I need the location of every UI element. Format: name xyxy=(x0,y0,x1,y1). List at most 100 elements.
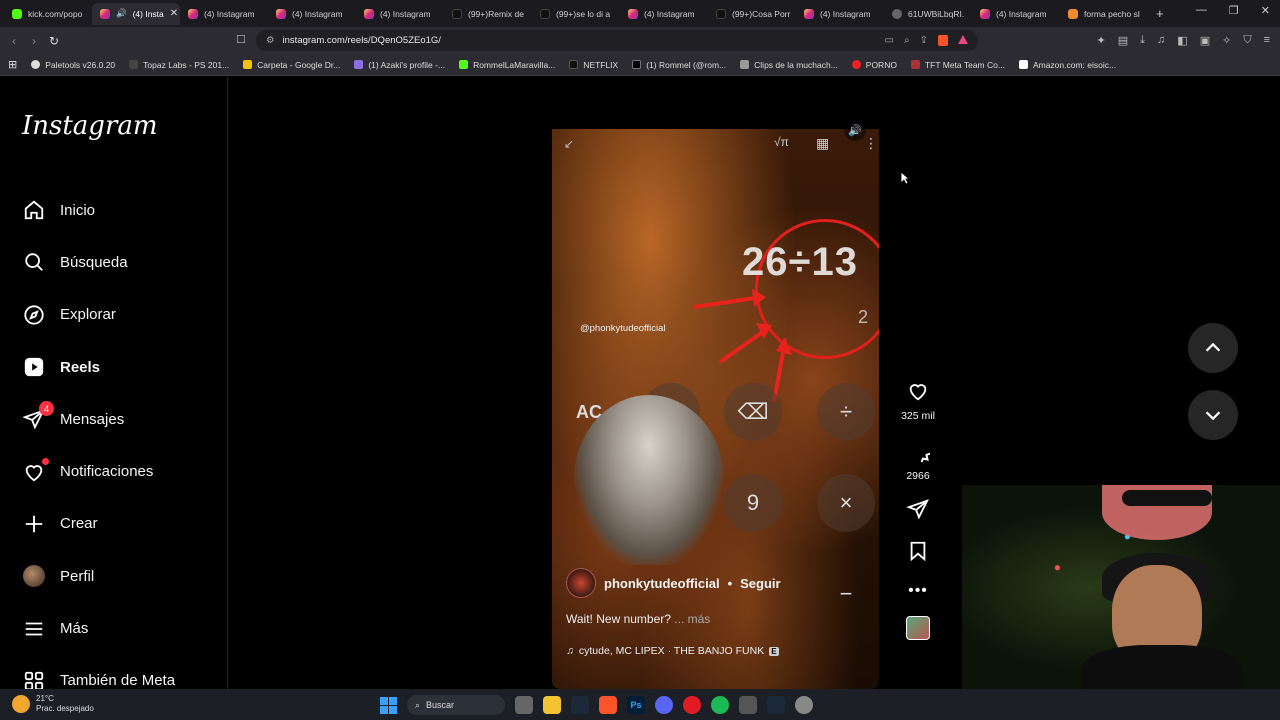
steam-icon[interactable] xyxy=(767,696,785,714)
speaker-icon[interactable]: 🔊 xyxy=(116,8,127,19)
bookmark-item[interactable]: Carpeta - Google Dr... xyxy=(243,60,340,70)
bookmark-item[interactable]: PORNO xyxy=(851,60,897,70)
search-icon xyxy=(22,250,46,274)
photoshop-icon[interactable]: Ps xyxy=(627,696,645,714)
site-info-icon[interactable]: ⚙ xyxy=(266,35,275,46)
leo-icon[interactable]: ✧ xyxy=(1222,34,1231,47)
nav-item-notificaciones[interactable]: Notificaciones xyxy=(22,445,175,497)
discord-icon[interactable] xyxy=(655,696,673,714)
instagram-logo[interactable]: Instagram xyxy=(22,111,158,141)
url-field[interactable]: ⚙ instagram.com/reels/DQenO5ZEo1G/ ▭ ⌕ ⇪ xyxy=(256,30,978,51)
bookmark-item[interactable]: TFT Meta Team Co... xyxy=(910,60,1005,70)
more-dots-icon[interactable]: ••• xyxy=(908,582,928,600)
reel-video[interactable]: ↙ √π ▦ ⋮ 26÷13 2 @phonkytudeofficial AC … xyxy=(552,107,879,689)
spotify-icon[interactable] xyxy=(711,696,729,714)
zoom-icon[interactable]: ⌕ xyxy=(904,35,910,46)
weather-sun-icon xyxy=(12,695,30,713)
tab[interactable]: (4) Instagram xyxy=(180,3,268,25)
tab[interactable]: forma pecho sl xyxy=(1060,3,1148,25)
share-icon[interactable]: ⇪ xyxy=(920,35,928,46)
steam-icon[interactable] xyxy=(571,696,589,714)
author-avatar[interactable] xyxy=(566,568,596,598)
tab[interactable]: (4) Instagram xyxy=(268,3,356,25)
sound-toggle-icon[interactable]: 🔊 xyxy=(844,119,866,141)
audio-thumbnail[interactable] xyxy=(906,616,930,640)
caption-more-link[interactable]: ... más xyxy=(674,612,710,626)
apps-grid-icon[interactable]: ⊞ xyxy=(8,58,17,71)
instagram-icon xyxy=(628,8,638,19)
sidebar-icon[interactable]: ◧ xyxy=(1177,34,1187,47)
weather-widget[interactable]: 21°C Prac. despejado xyxy=(12,694,94,714)
bookmark-item[interactable]: Topaz Labs - PS 201... xyxy=(129,60,229,70)
nav-item-inicio[interactable]: Inicio xyxy=(22,184,175,236)
music-icon[interactable]: ♫ xyxy=(1157,34,1165,47)
file-explorer-icon[interactable] xyxy=(543,696,561,714)
brave-shield-icon[interactable] xyxy=(938,35,948,46)
nav-item-mensajes[interactable]: 4 Mensajes xyxy=(22,393,175,445)
forward-icon[interactable]: › xyxy=(24,34,44,48)
nav-item-perfil[interactable]: Perfil xyxy=(22,550,175,602)
nav-item-busqueda[interactable]: Búsqueda xyxy=(22,236,175,288)
tab[interactable]: 61UWBiLbqRI. xyxy=(884,3,972,25)
next-reel-button[interactable] xyxy=(1188,390,1238,440)
windows-start-icon[interactable] xyxy=(380,696,397,714)
restore-icon[interactable]: ❐ xyxy=(1229,4,1239,17)
bookmark-icon[interactable] xyxy=(907,539,929,566)
nav-item-mas[interactable]: Más xyxy=(22,602,175,654)
new-tab-icon[interactable]: + xyxy=(1156,6,1164,21)
previous-reel-button[interactable] xyxy=(1188,323,1238,373)
bookmark-item[interactable]: Amazon.com: eisoic... xyxy=(1018,60,1116,70)
streamer-body xyxy=(1082,645,1242,692)
minimize-icon[interactable]: — xyxy=(1196,4,1207,17)
nav-item-reels[interactable]: Reels xyxy=(22,341,175,393)
comment-icon[interactable] xyxy=(906,438,942,474)
notification-badge: 4 xyxy=(39,401,54,417)
tab[interactable]: (4) Instagram xyxy=(356,3,444,25)
bookmark-item[interactable]: Clips de la muchach... xyxy=(740,60,838,70)
tab-search-icon[interactable]: ▤ xyxy=(1118,34,1128,47)
send-icon[interactable] xyxy=(906,498,930,523)
app-icon[interactable] xyxy=(739,696,757,714)
tab[interactable]: (4) Instagram xyxy=(796,3,884,25)
chevron-up-icon xyxy=(1205,342,1221,352)
tab[interactable]: (4) Instagram xyxy=(620,3,708,25)
download-icon[interactable]: ⤓ xyxy=(1140,34,1145,47)
close-icon[interactable]: ✕ xyxy=(170,8,178,19)
taskbar-search[interactable]: ⌕ Buscar xyxy=(407,695,505,715)
tab-active[interactable]: 🔊 (4) Insta ✕ xyxy=(92,2,180,25)
cast-icon[interactable]: ▭ xyxy=(885,35,894,46)
extensions-icon[interactable]: ✦ xyxy=(1097,34,1106,47)
reel-music[interactable]: ♫ cytude, MC LIPEX · THE BANJO FUNK E xyxy=(566,645,866,657)
task-view-icon[interactable] xyxy=(515,696,533,714)
heart-icon[interactable] xyxy=(906,380,930,405)
bookmark-item[interactable]: (1) Azaki's profile -... xyxy=(354,60,445,70)
tab[interactable]: (99+)Cosa Porr xyxy=(708,3,796,25)
back-icon[interactable]: ‹ xyxy=(4,34,24,48)
menu-icon[interactable]: ≡ xyxy=(1264,34,1270,47)
bookmark-icon[interactable]: ☐ xyxy=(236,33,246,46)
opera-icon[interactable] xyxy=(683,696,701,714)
brave-icon[interactable] xyxy=(599,696,617,714)
reload-icon[interactable]: ↻ xyxy=(44,34,64,48)
video-topbar xyxy=(552,107,879,129)
app-icon[interactable] xyxy=(795,696,813,714)
tab[interactable]: (99+)se lo di a xyxy=(532,3,620,25)
tab[interactable]: (4) Instagram xyxy=(972,3,1060,25)
follow-button[interactable]: Seguir xyxy=(740,576,780,591)
bookmark-item[interactable]: Paletools v26.0.20 xyxy=(31,60,115,70)
bookmark-item[interactable]: NETFLIX xyxy=(569,60,618,70)
vpn-icon[interactable]: ⛉ xyxy=(1243,34,1251,47)
reel-meta: phonkytudeofficial • Seguir Wait! New nu… xyxy=(566,568,866,657)
close-window-icon[interactable]: ✕ xyxy=(1261,4,1270,17)
home-icon xyxy=(22,198,46,222)
bookmark-item[interactable]: RommelLaMaravilla... xyxy=(459,60,555,70)
compass-icon xyxy=(22,303,46,327)
author-name[interactable]: phonkytudeofficial xyxy=(604,576,720,591)
bookmark-item[interactable]: (1) Rommel (@rom... xyxy=(632,60,726,70)
wallet-icon[interactable]: ▣ xyxy=(1200,34,1210,47)
nav-item-crear[interactable]: Crear xyxy=(22,498,175,550)
tab[interactable]: kick.com/popo xyxy=(4,3,92,25)
tab[interactable]: (99+)Remix de xyxy=(444,3,532,25)
nav-item-explorar[interactable]: Explorar xyxy=(22,289,175,341)
brave-rewards-icon[interactable] xyxy=(958,35,968,44)
